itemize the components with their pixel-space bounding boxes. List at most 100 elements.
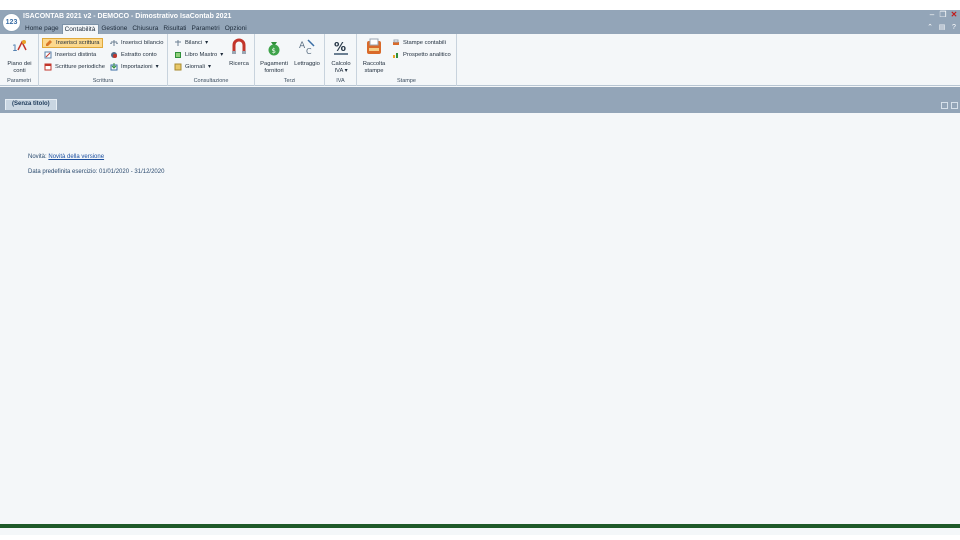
pagamenti-fornitori-button[interactable]: $ Pagamenti fornitori: [258, 38, 290, 75]
tab-opzioni[interactable]: Opzioni: [223, 24, 250, 34]
ribbon-controls: ⌃ ▤ ?: [926, 24, 958, 32]
svg-text:1: 1: [12, 44, 18, 54]
document-tab[interactable]: (Senza titolo): [5, 99, 57, 110]
novita-line: Novità: Novità della versione: [28, 154, 104, 160]
group-scrittura: Inserisci scrittura Inserisci distinta S…: [39, 34, 168, 86]
tab-parametri[interactable]: Parametri: [190, 24, 223, 34]
estratto-conto-button[interactable]: Estratto conto: [108, 50, 159, 60]
app-logo[interactable]: 123: [2, 13, 21, 32]
document-tab-strip: (Senza titolo): [0, 87, 960, 113]
group-parametri: 1 Piano dei conti Parametri: [0, 34, 39, 86]
document-restore-icon[interactable]: [951, 102, 958, 109]
stampe-contabili-label: Stampe contabili: [403, 40, 446, 46]
tab-chiusura[interactable]: Chiusura: [130, 24, 161, 34]
balance-icon: [175, 40, 181, 46]
piano-dei-conti-label: Piano dei conti: [7, 61, 32, 74]
lettraggio-button[interactable]: A C Lettraggio: [292, 38, 322, 68]
group-label-consultazione: Consultazione: [193, 78, 229, 84]
group-iva: % Calcolo IVA ▾ IVA: [325, 34, 357, 86]
group-label-terzi: Terzi: [283, 78, 296, 84]
importazioni-label: Importazioni: [121, 64, 153, 70]
ricerca-label: Ricerca: [229, 61, 249, 67]
journal-icon: [174, 63, 182, 71]
dropdown-arrow-icon: ▾: [220, 52, 224, 58]
document-controls: [941, 102, 958, 109]
giornali-label: Giornali: [185, 64, 205, 70]
document-save-icon[interactable]: [941, 102, 948, 109]
novita-della-versione-link[interactable]: Novità della versione: [48, 154, 104, 160]
pagamenti-fornitori-label: Pagamenti fornitori: [260, 61, 288, 74]
import-icon: [110, 63, 118, 71]
ribbon: 1 Piano dei conti Parametri Inserisci sc…: [0, 34, 960, 86]
bilanci-label: Bilanci: [185, 40, 203, 46]
status-bar: [0, 524, 960, 528]
stampe-contabili-button[interactable]: Stampe contabili: [390, 38, 448, 48]
scritture-periodiche-label: Scritture periodiche: [55, 64, 105, 70]
lettraggio-label: Lettraggio: [294, 61, 320, 67]
close-icon[interactable]: ✕: [950, 11, 958, 19]
group-label-scrittura: Scrittura: [92, 78, 114, 84]
print-collection-icon: [367, 38, 381, 54]
raccolta-stampe-label: Raccolta stampe: [362, 61, 386, 74]
application-window: 123 ISACONTAB 2021 v2 - DEMOCO - Dimostr…: [0, 10, 960, 535]
inserisci-scrittura-label: Inserisci scrittura: [56, 40, 100, 46]
libro-mastro-label: Libro Mastro: [185, 52, 218, 58]
group-label-iva: IVA: [336, 78, 345, 84]
prospetto-analitico-button[interactable]: Prospetto analitico: [390, 50, 453, 60]
group-label-parametri: Parametri: [7, 78, 31, 84]
svg-text:$: $: [272, 47, 276, 55]
collapse-ribbon-icon[interactable]: ⌃: [926, 24, 934, 32]
tab-gestione[interactable]: Gestione: [99, 24, 130, 34]
inserisci-distinta-button[interactable]: Inserisci distinta: [42, 50, 98, 60]
novita-label: Novità:: [28, 154, 47, 160]
account-icon: [111, 52, 117, 58]
inserisci-scrittura-button[interactable]: Inserisci scrittura: [42, 38, 103, 48]
restore-icon[interactable]: ❐: [939, 11, 947, 19]
minimize-icon[interactable]: –: [928, 11, 936, 19]
title-bar: 123 ISACONTAB 2021 v2 - DEMOCO - Dimostr…: [0, 10, 960, 34]
ledger-icon: [175, 52, 181, 58]
libro-mastro-button[interactable]: Libro Mastro ▾: [172, 50, 225, 60]
bilanci-button[interactable]: Bilanci ▾: [172, 38, 210, 48]
chart-icon: [393, 53, 398, 58]
percent-icon: %: [334, 40, 348, 55]
inserisci-distinta-label: Inserisci distinta: [55, 52, 97, 58]
dropdown-arrow-icon: ▾: [155, 64, 159, 70]
group-terzi: $ Pagamenti fornitori A C Lettraggio Ter…: [255, 34, 325, 86]
importazioni-button[interactable]: Importazioni ▾: [108, 62, 161, 72]
document-edit-icon: [44, 51, 52, 59]
prospetto-analitico-label: Prospetto analitico: [403, 52, 451, 58]
calculator-icon[interactable]: ▤: [938, 24, 946, 32]
data-predefinita-text: Data predefinita esercizio: 01/01/2020 -…: [28, 169, 165, 175]
group-consultazione: Bilanci ▾ Libro Mastro ▾ Giornali ▾ Ricerca…: [168, 34, 255, 86]
giornali-button[interactable]: Giornali ▾: [172, 62, 213, 72]
dropdown-arrow-icon: ▾: [205, 40, 208, 46]
window-title: ISACONTAB 2021 v2 - DEMOCO - Dimostrativ…: [23, 13, 232, 20]
group-stampe: Raccolta stampe Stampe contabili Prospet…: [357, 34, 457, 86]
calcolo-iva-button[interactable]: % Calcolo IVA ▾: [328, 38, 354, 75]
window-controls: – ❐ ✕: [928, 11, 958, 19]
scritture-periodiche-button[interactable]: Scritture periodiche: [42, 62, 107, 72]
scale-icon: [110, 40, 118, 46]
tab-home-page[interactable]: Home page: [23, 24, 62, 34]
svg-text:A: A: [299, 41, 306, 51]
raccolta-stampe-button[interactable]: Raccolta stampe: [360, 38, 388, 75]
group-label-stampe: Stampe: [397, 78, 416, 84]
calendar-icon: [44, 63, 52, 71]
calcolo-iva-label: Calcolo IVA ▾: [331, 61, 351, 74]
inserisci-bilancio-button[interactable]: Inserisci bilancio: [108, 38, 166, 48]
tab-contabilita[interactable]: Contabilità: [61, 24, 100, 34]
help-icon[interactable]: ?: [950, 24, 958, 32]
pencil-icon: [46, 40, 52, 46]
piano-dei-conti-button[interactable]: 1 Piano dei conti: [3, 38, 36, 75]
svg-text:%: %: [334, 40, 346, 54]
piano-conti-icon: 1: [12, 40, 27, 54]
estratto-conto-label: Estratto conto: [121, 52, 157, 58]
money-bag-icon: $: [268, 42, 280, 56]
dropdown-arrow-icon: ▾: [207, 64, 211, 70]
tab-risultati[interactable]: Risultati: [161, 24, 189, 34]
ricerca-button[interactable]: Ricerca: [226, 38, 252, 68]
menu-tabs: Home page Contabilità Gestione Chiusura …: [23, 24, 250, 34]
logo-text: 123: [5, 19, 18, 26]
bottom-margin: [0, 535, 960, 540]
